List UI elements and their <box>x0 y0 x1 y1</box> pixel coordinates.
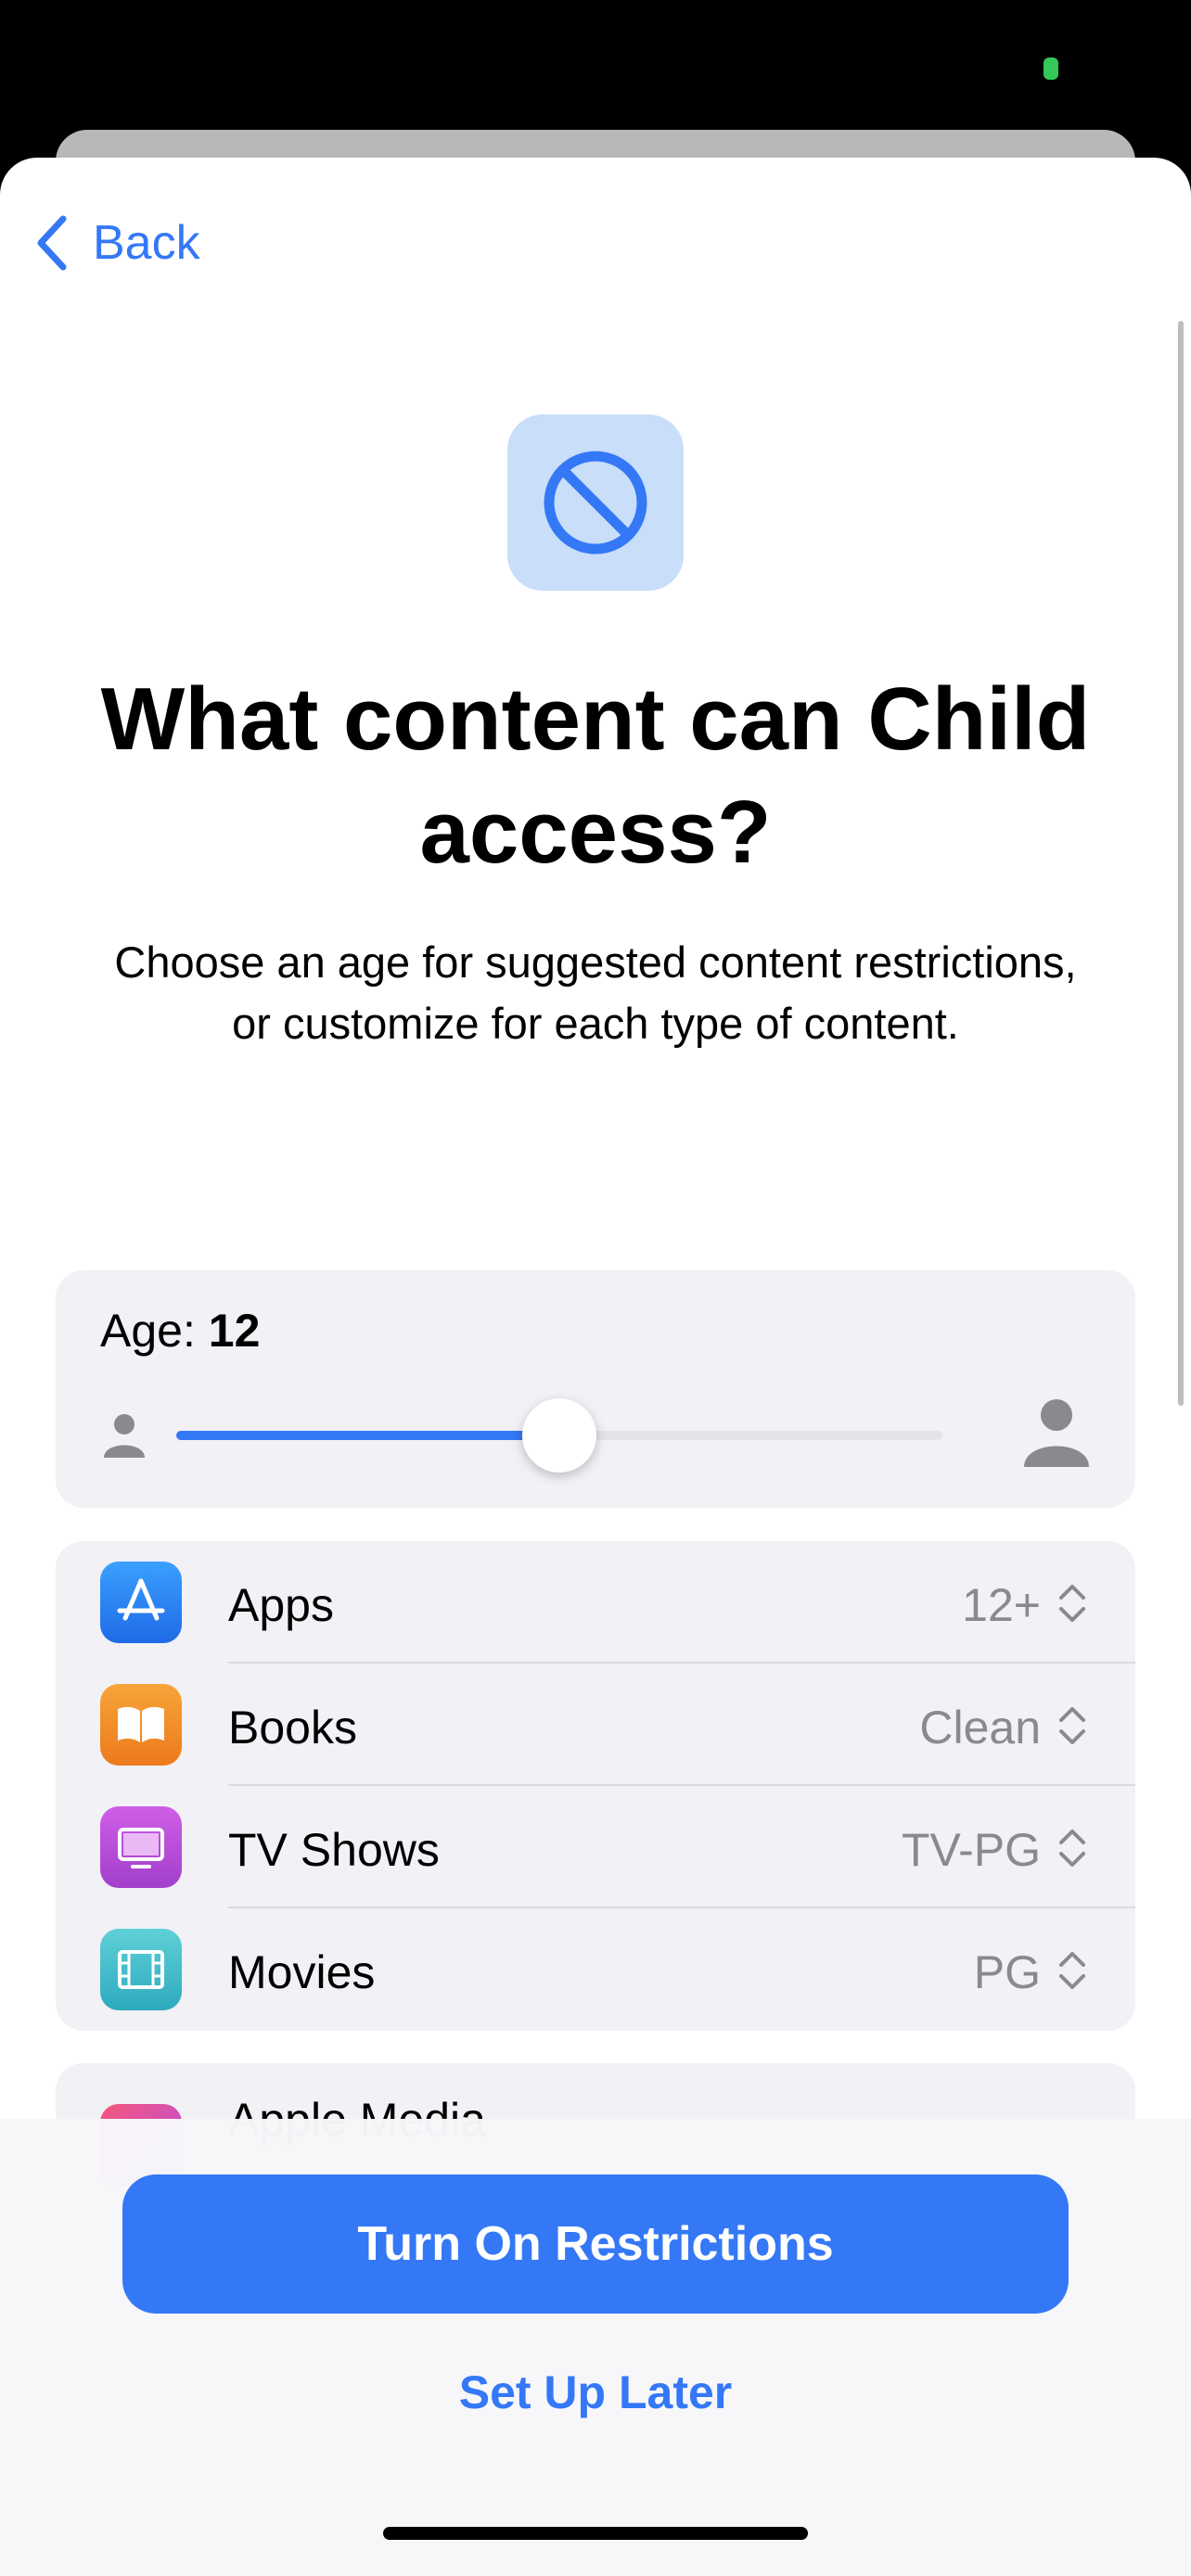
turn-on-restrictions-button[interactable]: Turn On Restrictions <box>122 2174 1069 2314</box>
content-types-list: Apps 12+ Books Clean TV Shows TV-PG Movi… <box>56 1541 1135 2031</box>
list-item-label: Apps <box>228 1579 334 1631</box>
person-large-icon <box>1024 1399 1089 1467</box>
tv-icon <box>100 1806 182 1888</box>
chevron-up-down-icon <box>1059 1707 1085 1744</box>
list-item-value: PG <box>973 1946 1041 1998</box>
set-up-later-button[interactable]: Set Up Later <box>317 2351 874 2434</box>
content-restrictions-sheet: Back What content can Child access? Choo… <box>0 158 1191 2576</box>
film-icon <box>100 1929 182 2010</box>
slider-fill <box>176 1431 559 1440</box>
list-item-apps[interactable]: Apps 12+ <box>56 1541 1135 1664</box>
chevron-up-down-icon <box>1059 1830 1085 1867</box>
scroll-indicator <box>1178 321 1184 1406</box>
bottom-action-bar: Turn On Restrictions Set Up Later <box>0 2119 1191 2576</box>
list-item-value: 12+ <box>962 1579 1041 1631</box>
prohibited-icon <box>544 451 647 555</box>
chevron-up-down-icon <box>1059 1952 1085 1989</box>
page-subtitle: Choose an age for suggested content rest… <box>114 937 1077 1048</box>
back-label: Back <box>93 216 200 270</box>
list-item-tv-shows[interactable]: TV Shows TV-PG <box>56 1786 1135 1908</box>
app-store-icon <box>100 1562 182 1643</box>
list-item-label: Books <box>228 1702 357 1753</box>
chevron-left-icon <box>37 215 67 271</box>
age-label: Age: 12 <box>100 1304 260 1358</box>
books-icon <box>100 1684 182 1766</box>
slider-thumb[interactable] <box>522 1398 596 1473</box>
age-slider[interactable] <box>100 1391 1091 1474</box>
person-small-icon <box>104 1414 145 1458</box>
slider-track[interactable] <box>176 1398 942 1473</box>
age-card: Age: 12 <box>56 1270 1135 1508</box>
list-item-books[interactable]: Books Clean <box>56 1664 1135 1786</box>
list-item-label: Movies <box>228 1946 376 1998</box>
age-value: 12 <box>208 1305 261 1357</box>
chevron-up-down-icon <box>1059 1585 1085 1622</box>
list-item-label: TV Shows <box>228 1824 440 1876</box>
list-item-value: TV-PG <box>901 1824 1041 1876</box>
home-indicator[interactable] <box>383 2527 808 2540</box>
restriction-icon <box>507 414 684 591</box>
age-label-text: Age: <box>100 1305 196 1357</box>
page-title: What content can Child access? <box>100 670 1091 882</box>
battery-indicator-icon <box>1044 57 1058 80</box>
back-button[interactable]: Back <box>33 206 200 280</box>
list-item-movies[interactable]: Movies PG <box>56 1908 1135 2031</box>
list-item-value: Clean <box>919 1702 1041 1753</box>
